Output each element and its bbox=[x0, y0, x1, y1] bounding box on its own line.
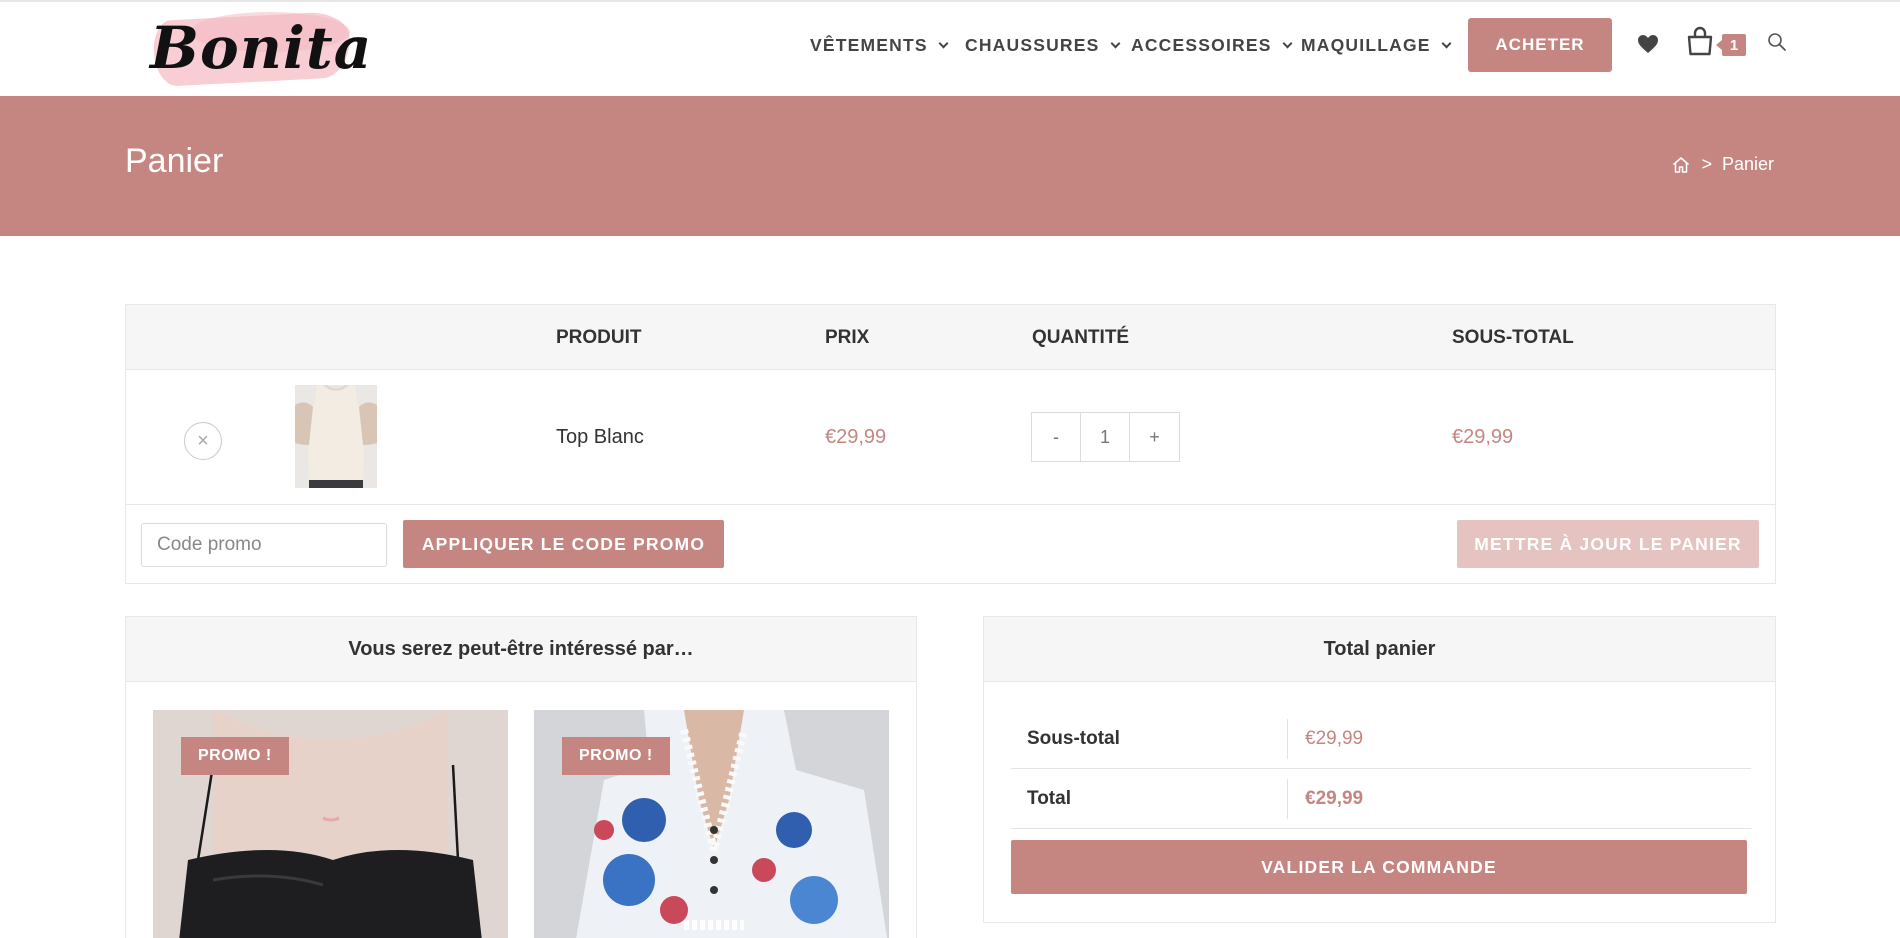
checkout-button[interactable]: VALIDER LA COMMANDE bbox=[1011, 840, 1747, 894]
home-icon[interactable] bbox=[1671, 155, 1691, 175]
cross-sell-product[interactable]: PROMO ! bbox=[153, 710, 508, 938]
quantity-input[interactable]: 1 bbox=[1081, 413, 1130, 461]
page-title: Panier bbox=[125, 142, 224, 180]
update-cart-button[interactable]: METTRE À JOUR LE PANIER bbox=[1457, 520, 1759, 568]
subtotal-value: €29,99 bbox=[1305, 728, 1364, 749]
column-header-price: PRIX bbox=[825, 326, 870, 348]
cart-totals-title: Total panier bbox=[984, 617, 1775, 682]
search-icon[interactable] bbox=[1767, 32, 1787, 52]
cross-sells-panel: Vous serez peut-être intéressé par… PROM… bbox=[125, 616, 917, 938]
cart-item-subtotal: €29,99 bbox=[1452, 426, 1514, 448]
shopping-bag-icon[interactable] bbox=[1686, 26, 1714, 56]
product-thumbnail[interactable] bbox=[295, 385, 377, 488]
cart-table-header: PRODUIT PRIX QUANTITÉ SOUS-TOTAL bbox=[126, 305, 1775, 370]
nav-item-label: ACCESSOIRES bbox=[1131, 34, 1272, 55]
chevron-down-icon bbox=[938, 38, 949, 48]
promo-badge: PROMO ! bbox=[181, 737, 289, 775]
logo-text: Bonita bbox=[150, 14, 373, 82]
nav-item-accessoires[interactable]: ACCESSOIRES bbox=[1131, 18, 1293, 72]
nav-item-chaussures[interactable]: CHAUSSURES bbox=[965, 18, 1120, 72]
page-title-band: Panier > Panier bbox=[0, 96, 1900, 236]
total-value: €29,99 bbox=[1305, 788, 1364, 809]
cart-count-badge: 1 bbox=[1716, 34, 1746, 56]
column-divider bbox=[1287, 779, 1288, 819]
total-label: Total bbox=[1027, 788, 1071, 809]
nav-item-maquillage[interactable]: MAQUILLAGE bbox=[1301, 18, 1452, 72]
column-header-product: PRODUIT bbox=[556, 326, 642, 348]
cart-item-price: €29,99 bbox=[825, 426, 887, 448]
promo-badge: PROMO ! bbox=[562, 737, 670, 775]
total-row: Total €29,99 bbox=[1011, 769, 1751, 829]
column-header-quantity: QUANTITÉ bbox=[1032, 326, 1130, 348]
cart-item-name[interactable]: Top Blanc bbox=[556, 370, 644, 505]
cart-table: PRODUIT PRIX QUANTITÉ SOUS-TOTAL × Top B… bbox=[125, 304, 1776, 584]
breadcrumb-separator: > bbox=[1701, 154, 1712, 174]
acheter-button[interactable]: ACHETER bbox=[1468, 18, 1612, 72]
cross-sells-title: Vous serez peut-être intéressé par… bbox=[126, 617, 916, 682]
breadcrumb-current: Panier bbox=[1721, 154, 1774, 174]
nav-item-label: CHAUSSURES bbox=[965, 34, 1100, 55]
coupon-code-input[interactable] bbox=[141, 523, 387, 567]
site-header: Bonita VÊTEMENTS CHAUSSURES ACCESSOIRES … bbox=[0, 0, 1900, 96]
chevron-down-icon bbox=[1282, 38, 1293, 48]
remove-item-button[interactable]: × bbox=[184, 422, 222, 460]
cart-actions: APPLIQUER LE CODE PROMO METTRE À JOUR LE… bbox=[126, 505, 1775, 585]
chevron-down-icon bbox=[1110, 38, 1120, 48]
heart-icon[interactable] bbox=[1636, 32, 1660, 56]
nav-item-label: VÊTEMENTS bbox=[810, 34, 928, 55]
breadcrumb: > Panier bbox=[1671, 154, 1774, 175]
column-divider bbox=[1287, 719, 1288, 759]
apply-coupon-button[interactable]: APPLIQUER LE CODE PROMO bbox=[403, 520, 724, 568]
cart-totals-panel: Total panier Sous-total €29,99 Total €29… bbox=[983, 616, 1776, 923]
site-logo[interactable]: Bonita bbox=[150, 10, 373, 88]
subtotal-label: Sous-total bbox=[1027, 728, 1120, 749]
white-top-image bbox=[295, 385, 377, 488]
quantity-decrease-button[interactable]: - bbox=[1032, 413, 1081, 461]
cart-item-row: × Top Blanc €29,99 - 1 + €29,99 bbox=[126, 370, 1775, 505]
quantity-increase-button[interactable]: + bbox=[1130, 413, 1179, 461]
nav-item-label: MAQUILLAGE bbox=[1301, 34, 1431, 55]
subtotal-row: Sous-total €29,99 bbox=[1011, 709, 1751, 769]
nav-item-vetements[interactable]: VÊTEMENTS bbox=[810, 18, 949, 72]
quantity-stepper: - 1 + bbox=[1031, 412, 1180, 462]
chevron-down-icon bbox=[1441, 38, 1452, 48]
cross-sell-product[interactable]: PROMO ! bbox=[534, 710, 889, 938]
column-header-subtotal: SOUS-TOTAL bbox=[1452, 326, 1574, 348]
